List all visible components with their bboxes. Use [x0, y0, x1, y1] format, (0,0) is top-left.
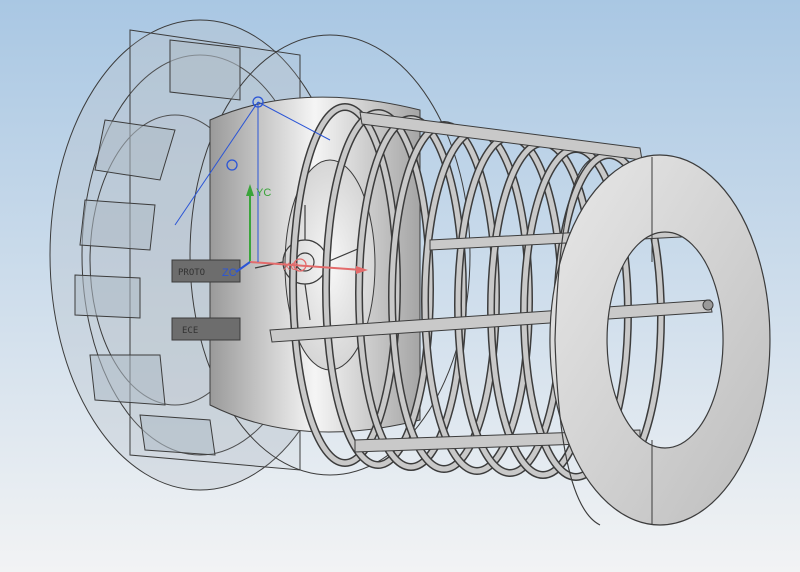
yc-label: YC	[256, 187, 271, 199]
stamp-text-1: PROTO	[178, 268, 205, 278]
xc-label: XC	[283, 261, 298, 273]
cad-3d-viewport[interactable]: PROTO ECE YC XC ZC	[0, 0, 800, 572]
model-canvas[interactable]: PROTO ECE YC XC ZC	[0, 0, 800, 572]
flange-pin	[702, 299, 714, 311]
stamp-text-2: ECE	[182, 326, 198, 336]
zc-label: ZC	[222, 267, 237, 279]
